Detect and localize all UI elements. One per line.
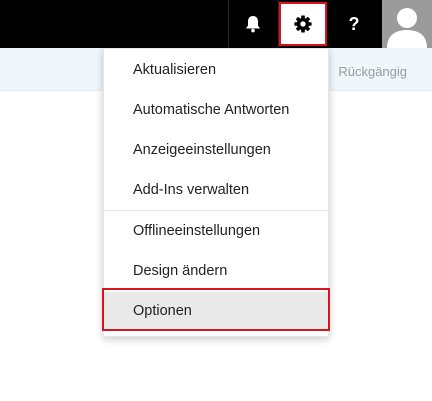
help-icon: ?: [348, 13, 360, 34]
settings-menu: Aktualisieren Automatische Antworten Anz…: [103, 48, 329, 337]
notifications-button[interactable]: [229, 0, 277, 48]
top-navigation-bar: ?: [0, 0, 432, 48]
menu-item-manage-addins[interactable]: Add-Ins verwalten: [104, 171, 328, 209]
menu-item-offline-settings[interactable]: Offlineeinstellungen: [104, 212, 328, 250]
bell-icon: [246, 16, 260, 33]
account-avatar-button[interactable]: [382, 0, 432, 48]
menu-item-automatic-replies[interactable]: Automatische Antworten: [104, 91, 328, 129]
gear-icon: [294, 15, 312, 33]
menu-item-change-theme[interactable]: Design ändern: [104, 252, 328, 290]
help-button[interactable]: ?: [330, 0, 378, 48]
menu-item-refresh[interactable]: Aktualisieren: [104, 51, 328, 89]
avatar-icon: [387, 8, 427, 48]
menu-item-options[interactable]: Optionen: [104, 292, 328, 330]
undo-button[interactable]: Rückgängig: [338, 64, 407, 79]
menu-separator: [104, 210, 328, 211]
menu-item-display-settings[interactable]: Anzeigeeinstellungen: [104, 131, 328, 169]
settings-button[interactable]: [279, 2, 327, 46]
